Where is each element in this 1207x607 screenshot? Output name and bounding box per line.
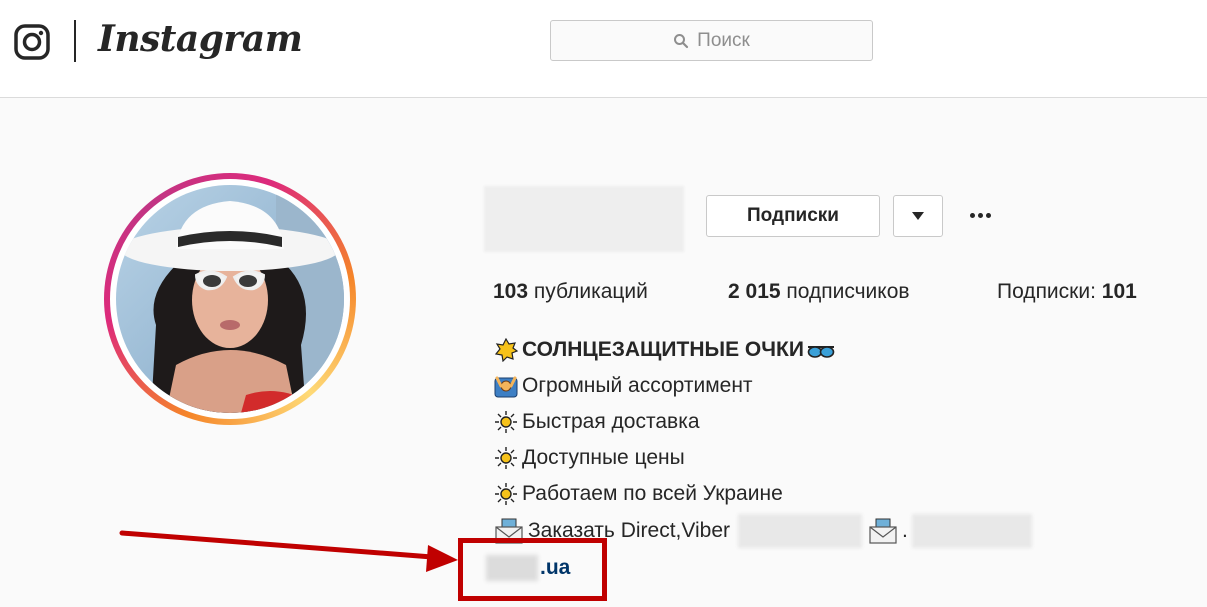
top-navigation-bar: Instagram Поиск bbox=[0, 0, 1207, 98]
envelope-icon bbox=[869, 518, 897, 544]
person-raising-hands-icon bbox=[494, 376, 518, 398]
search-input[interactable]: Поиск bbox=[550, 20, 873, 61]
profile-avatar[interactable] bbox=[104, 173, 356, 425]
bio-line-4-text: Работаем по всей Украине bbox=[522, 482, 783, 505]
bio-line-4: Работаем по всей Украине bbox=[494, 482, 783, 506]
bio-title-line: СОЛНЦЕЗАЩИТНЫЕ ОЧКИ bbox=[494, 338, 840, 362]
instagram-wordmark[interactable]: Instagram bbox=[98, 18, 303, 60]
avatar-photo bbox=[116, 185, 344, 413]
posts-label: публикаций bbox=[533, 280, 648, 303]
followers-label: подписчиков bbox=[786, 280, 910, 303]
posts-stat: 103 публикаций bbox=[493, 280, 648, 304]
following-label: Подписки: bbox=[997, 280, 1096, 303]
sun-flower-icon bbox=[495, 483, 517, 505]
following-button[interactable]: Подписки bbox=[706, 195, 880, 237]
instagram-glyph-icon[interactable] bbox=[14, 24, 50, 60]
bio-title: СОЛНЦЕЗАЩИТНЫЕ ОЧКИ bbox=[522, 338, 804, 361]
followers-stat[interactable]: 2 015 подписчиков bbox=[728, 280, 910, 304]
bio-line-2: Быстрая доставка bbox=[494, 410, 700, 434]
bio-line-5-separator: . bbox=[902, 519, 908, 542]
bio-line-1: Огромный ассортимент bbox=[494, 374, 753, 398]
bio-line-2-text: Быстрая доставка bbox=[522, 410, 700, 433]
sun-flower-icon bbox=[495, 447, 517, 469]
sunglasses-icon bbox=[807, 346, 835, 358]
logo-divider bbox=[74, 20, 76, 62]
following-count: 101 bbox=[1101, 280, 1137, 303]
bio-line-1-text: Огромный ассортимент bbox=[522, 374, 753, 397]
search-icon bbox=[674, 33, 689, 48]
bio-line-3: Доступные цены bbox=[494, 446, 685, 470]
suggestions-dropdown-button[interactable] bbox=[893, 195, 943, 237]
sun-flower-icon bbox=[495, 411, 517, 433]
posts-count: 103 bbox=[493, 280, 529, 303]
followers-count: 2 015 bbox=[728, 280, 781, 303]
search-placeholder: Поиск bbox=[697, 29, 750, 51]
following-stat[interactable]: Подписки: 101 bbox=[997, 280, 1137, 304]
more-options-button[interactable] bbox=[964, 200, 996, 230]
more-dots-icon bbox=[969, 212, 975, 218]
caret-down-icon bbox=[912, 212, 924, 220]
phone-number-blurred bbox=[738, 514, 863, 548]
annotation-highlight-box bbox=[458, 538, 607, 601]
sun-icon bbox=[494, 338, 518, 362]
bio-line-3-text: Доступные цены bbox=[522, 446, 685, 469]
username-blurred bbox=[484, 186, 684, 252]
contact-blurred bbox=[911, 514, 1032, 548]
